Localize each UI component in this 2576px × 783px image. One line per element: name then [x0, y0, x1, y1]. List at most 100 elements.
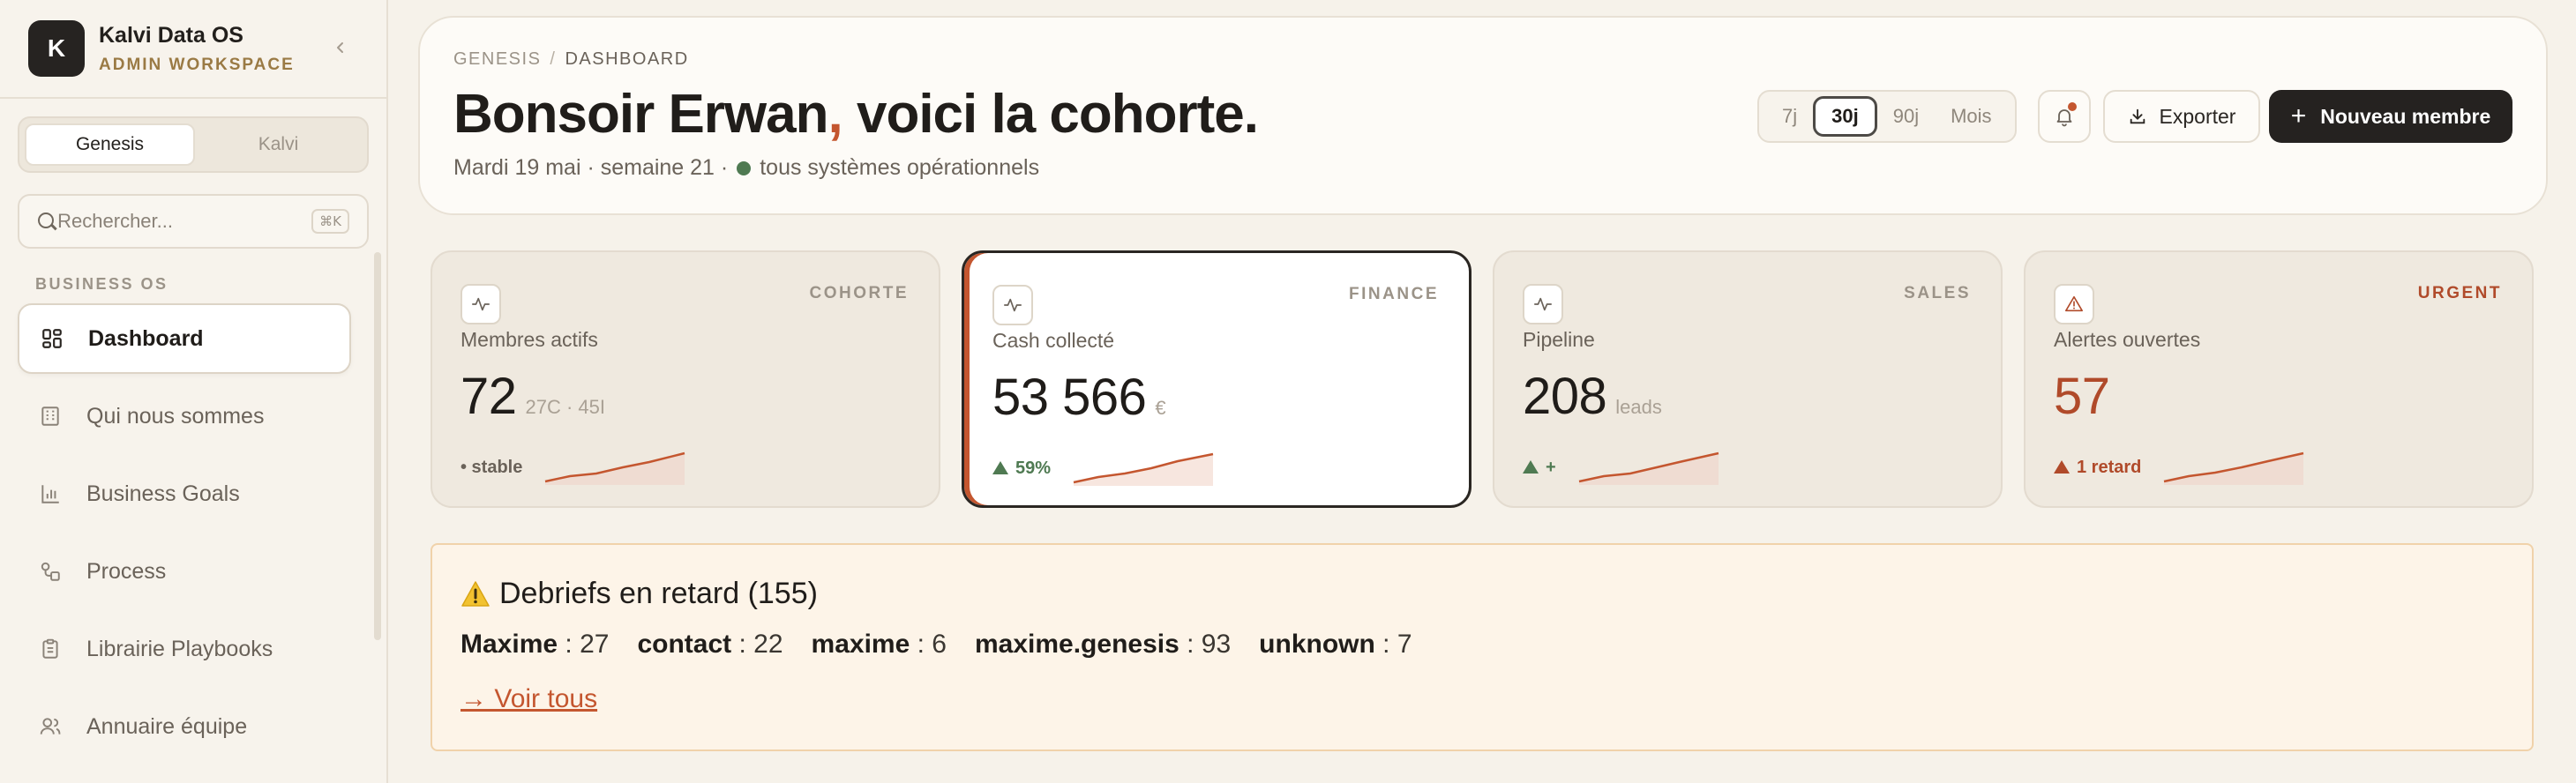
sidebar-item-label: Qui nous sommes [86, 403, 265, 429]
notification-dot [2068, 102, 2077, 111]
greeting-rest: voici la cohorte. [842, 84, 1259, 145]
page-title: Bonsoir Erwan, voici la cohorte. [453, 83, 1259, 145]
sidebar-item-librairie-playbooks[interactable]: Librairie Playbooks [18, 614, 351, 684]
kpi-card-alertes-ouvertes[interactable]: URGENT Alertes ouvertes 57 1 retard [2024, 250, 2534, 508]
sidebar-nav: Dashboard Qui nous sommes Business Goals… [18, 303, 351, 769]
debriefs-alert-panel: Debriefs en retard (155) Maxime : 27 con… [431, 543, 2534, 751]
kpi-trend-value: + [1546, 457, 1556, 477]
see-all-link[interactable]: → Voir tous [461, 684, 597, 714]
kpi-label: Membres actifs [461, 328, 598, 351]
workspace-switch: Genesis Kalvi [18, 116, 369, 173]
kpi-trend-value: 59% [1015, 458, 1052, 478]
debrief-owner: maxime [811, 630, 910, 659]
kpi-card-membres-actifs[interactable]: COHORTE Membres actifs 72 27C · 45I • st… [431, 250, 940, 508]
collapse-sidebar-button[interactable] [326, 34, 355, 62]
sidebar-item-process[interactable]: Process [18, 536, 351, 607]
breadcrumb-current: DASHBOARD [565, 49, 689, 69]
alert-triangle-icon [2054, 284, 2094, 324]
notifications-button[interactable] [2038, 90, 2091, 143]
kpi-trend: + [1523, 458, 1556, 478]
alert-title-text: Debriefs en retard (155) [499, 577, 818, 610]
triangle-up-icon [1523, 459, 1539, 474]
kpi-trend: • stable [461, 457, 523, 477]
sidebar-item-annuaire-equipe[interactable]: Annuaire équipe [18, 691, 351, 762]
workspace-option-kalvi[interactable]: Kalvi [195, 123, 362, 166]
warning-icon [461, 580, 490, 607]
debrief-count: 93 [1201, 630, 1232, 659]
debrief-owner: maxime.genesis [974, 630, 1179, 659]
greeting-comma: , [827, 84, 843, 145]
download-icon [2130, 108, 2145, 124]
sidebar-item-label: Process [86, 558, 167, 584]
header-card: GENESIS / DASHBOARD Bonsoir Erwan, voici l… [418, 16, 2548, 215]
range-option-mois[interactable]: Mois [1935, 96, 2007, 137]
kpi-tag: SALES [1904, 284, 1971, 302]
triangle-up-icon [2054, 459, 2070, 474]
search-input[interactable] [57, 210, 312, 233]
users-icon [39, 715, 62, 738]
sidebar-item-label: Business Goals [86, 481, 240, 506]
alert-title: Debriefs en retard (155) [461, 577, 818, 611]
kpi-trend: 1 retard [2054, 458, 2141, 478]
date-text: Mardi 19 mai · semaine 21 · [453, 155, 729, 180]
sidebar-scrollbar[interactable] [374, 252, 381, 640]
sidebar-item-qui-nous-sommes[interactable]: Qui nous sommes [18, 381, 351, 451]
debrief-owner: contact [637, 630, 732, 659]
range-option-30j[interactable]: 30j [1813, 96, 1877, 137]
kpi-card-cash-collecte[interactable]: FINANCE Cash collecté 53 566 € 59% [962, 250, 1471, 508]
debrief-count: 22 [753, 630, 783, 659]
sidebar: K Kalvi Data OS ADMIN WORKSPACE Genesis … [0, 0, 388, 783]
kpi-value: 53 566 [992, 369, 1147, 426]
debrief-stat: maxime : 6 [811, 630, 947, 659]
sidebar-item-label: Dashboard [88, 325, 204, 351]
kpi-trend-value: 1 retard [2077, 457, 2142, 477]
export-label: Exporter [2159, 104, 2236, 128]
sparkline [2164, 451, 2304, 485]
kpi-unit: € [1155, 397, 1166, 419]
building-icon [39, 405, 62, 428]
kpi-unit: 27C · 45I [525, 396, 606, 418]
sidebar-item-business-goals[interactable]: Business Goals [18, 459, 351, 529]
breadcrumb-item[interactable]: GENESIS [453, 49, 541, 69]
workspace-option-genesis[interactable]: Genesis [25, 123, 195, 166]
date-line: Mardi 19 mai · semaine 21 · tous système… [453, 155, 1039, 181]
sidebar-item-dashboard[interactable]: Dashboard [18, 303, 351, 374]
workflow-icon [39, 560, 62, 583]
chevron-left-icon [337, 42, 343, 53]
triangle-up-icon [992, 460, 1008, 474]
range-selector: 7j 30j 90j Mois [1757, 90, 2017, 143]
range-option-90j[interactable]: 90j [1877, 96, 1935, 137]
debrief-stat: contact : 22 [637, 630, 783, 659]
kpi-label: Alertes ouvertes [2054, 328, 2201, 351]
debrief-owner: unknown [1259, 630, 1375, 659]
system-status: tous systèmes opérationnels [760, 155, 1040, 180]
range-option-7j[interactable]: 7j [1766, 96, 1813, 137]
brand-logo: K [28, 20, 85, 77]
activity-icon [992, 285, 1033, 325]
kpi-tag: FINANCE [1349, 285, 1439, 303]
debrief-stat: Maxime : 27 [461, 630, 610, 659]
kpi-label: Cash collecté [992, 329, 1115, 352]
sparkline [545, 451, 685, 485]
kpi-label: Pipeline [1523, 328, 1595, 351]
kpi-value: 208 [1523, 368, 1607, 425]
sparkline [1073, 452, 1214, 486]
sidebar-item-label: Librairie Playbooks [86, 636, 273, 661]
activity-icon [461, 284, 501, 324]
debrief-stat: unknown : 7 [1259, 630, 1412, 659]
breadcrumb: GENESIS / DASHBOARD [453, 49, 689, 70]
debrief-owner: Maxime [461, 630, 558, 659]
grid-icon [41, 327, 64, 350]
sparkline [1578, 451, 1719, 485]
new-member-button[interactable]: + Nouveau membre [2269, 90, 2512, 143]
search-icon [37, 212, 55, 231]
sidebar-item-label: Annuaire équipe [86, 713, 248, 739]
kpi-card-pipeline[interactable]: SALES Pipeline 208 leads + [1493, 250, 2003, 508]
kpi-tag: URGENT [2417, 284, 2502, 302]
workspace-label: ADMIN WORKSPACE [99, 55, 295, 74]
plus-icon: + [2290, 101, 2307, 130]
debrief-stats: Maxime : 27 contact : 22 maxime : 6 maxi… [461, 630, 1441, 660]
kpi-unit: leads [1615, 396, 1662, 418]
export-button[interactable]: Exporter [2103, 90, 2260, 143]
debrief-count: 27 [580, 630, 610, 659]
